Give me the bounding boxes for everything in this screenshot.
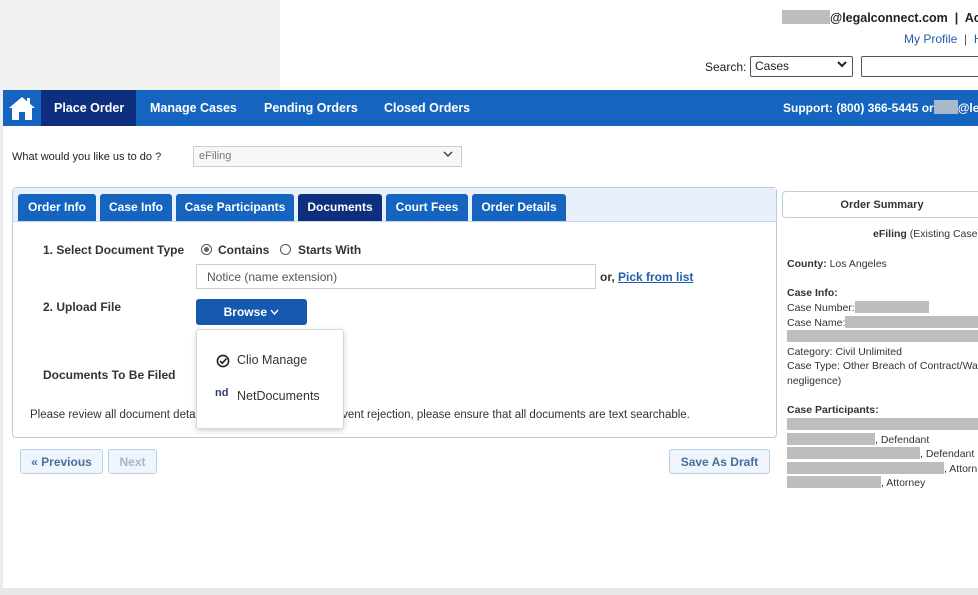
- window-left-edge: [0, 90, 3, 590]
- tab-case-participants[interactable]: Case Participants: [176, 194, 294, 221]
- profile-line: My Profile | H: [904, 32, 978, 46]
- redacted-case-number: [854, 301, 929, 313]
- review-notice-end: vent rejection, please ensure that all d…: [342, 409, 690, 421]
- nav-manage-cases[interactable]: Manage Cases: [150, 90, 237, 126]
- redacted-participant-name: [787, 433, 875, 445]
- participant-row: , Defendant: [787, 433, 929, 446]
- summary-county: County: Los Angeles: [787, 258, 887, 270]
- redacted-participant-name: [787, 476, 881, 488]
- redacted-participant-name: [787, 462, 944, 474]
- account-separator: |: [954, 11, 959, 25]
- netdocuments-label: NetDocuments: [237, 389, 320, 403]
- redacted-participant-name: [787, 447, 920, 459]
- netdocuments-icon: nd: [215, 387, 229, 399]
- participant-role: , Defendant: [920, 448, 975, 460]
- category-line: Category: Civil Unlimited: [787, 346, 902, 358]
- county-value: Los Angeles: [829, 258, 887, 270]
- order-summary-header: Order Summary: [782, 191, 978, 218]
- case-type-line: Case Type: Other Breach of Contract/Warr: [787, 360, 978, 372]
- redacted-username: [782, 10, 830, 24]
- case-name-row: Case Name:: [787, 316, 978, 329]
- document-type-input[interactable]: Notice (name extension): [196, 264, 596, 289]
- order-type-select[interactable]: eFiling: [193, 146, 462, 167]
- pick-from-list-link[interactable]: Pick from list: [618, 270, 693, 284]
- participant-role: , Defendant: [875, 434, 930, 446]
- window-bottom-edge: [0, 588, 978, 595]
- nav-pending-orders[interactable]: Pending Orders: [264, 90, 358, 126]
- browse-source-menu: Clio Manage nd NetDocuments: [196, 329, 344, 429]
- order-type-value: eFiling: [199, 150, 232, 162]
- profile-separator: |: [964, 32, 968, 46]
- participant-row: , Defendant: [787, 447, 974, 460]
- redacted-support-email: [933, 100, 958, 114]
- contains-label[interactable]: Contains: [218, 243, 269, 257]
- nav-closed-orders[interactable]: Closed Orders: [384, 90, 470, 126]
- previous-button[interactable]: « Previous: [20, 449, 103, 474]
- search-type-value: Cases: [755, 59, 790, 73]
- todo-label: What would you like us to do ?: [12, 151, 162, 163]
- nav-place-order[interactable]: Place Order: [54, 90, 124, 126]
- tab-documents[interactable]: Documents: [298, 194, 382, 221]
- browse-button[interactable]: Browse: [196, 299, 307, 325]
- documents-to-be-filed-label: Documents To Be Filed: [43, 368, 176, 382]
- participant-row: , Attorney: [787, 476, 925, 489]
- next-button[interactable]: Next: [108, 449, 157, 474]
- redacted-participant: [787, 418, 978, 430]
- chevron-down-icon: [270, 305, 279, 319]
- review-notice: Please review all document detai vent rej…: [30, 409, 690, 421]
- starts-with-radio[interactable]: [280, 244, 291, 255]
- case-info-title: Case Info:: [787, 287, 838, 299]
- support-info: Support: (800) 366-5445 or @leg: [783, 90, 978, 126]
- county-label: County:: [787, 258, 827, 270]
- tab-case-info[interactable]: Case Info: [100, 194, 172, 221]
- support-phone: Support: (800) 366-5445 or: [783, 101, 934, 115]
- case-number-label: Case Number:: [787, 302, 855, 314]
- case-name-label: Case Name:: [787, 317, 846, 329]
- review-notice-start: Please review all document detai: [30, 409, 199, 421]
- browse-label: Browse: [223, 305, 267, 319]
- case-number-row: Case Number:: [787, 301, 929, 314]
- search-type-select[interactable]: Cases: [750, 56, 853, 77]
- my-profile-link[interactable]: My Profile: [904, 32, 957, 46]
- support-email[interactable]: @leg: [958, 101, 978, 115]
- account-link[interactable]: Acc: [965, 11, 978, 25]
- account-email: @legalconnect.com: [830, 11, 948, 25]
- redacted-case-name: [845, 316, 978, 328]
- participant-role: , Attorney: [881, 477, 926, 489]
- tab-order-info[interactable]: Order Info: [18, 194, 96, 221]
- contains-radio[interactable]: [201, 244, 212, 255]
- or-text: or,: [600, 270, 615, 284]
- starts-with-label[interactable]: Starts With: [298, 243, 361, 257]
- upload-file-label: 2. Upload File: [43, 300, 122, 314]
- home-button[interactable]: [3, 90, 41, 126]
- summary-order-type: eFiling (Existing Case): [873, 228, 978, 240]
- clio-check-icon: [216, 354, 230, 371]
- select-document-type-label: 1. Select Document Type: [43, 243, 185, 257]
- tab-court-fees[interactable]: Court Fees: [386, 194, 468, 221]
- case-type-line-2: negligence): [787, 375, 842, 387]
- summary-efiling: eFiling: [873, 228, 907, 240]
- redacted-case-name-cont: [787, 330, 978, 342]
- participant-row: , Attorn: [787, 462, 977, 475]
- case-participants-title: Case Participants:: [787, 404, 879, 416]
- search-input[interactable]: [861, 56, 978, 77]
- tab-order-details[interactable]: Order Details: [472, 194, 566, 221]
- help-link[interactable]: H: [974, 32, 978, 46]
- summary-existing-case: (Existing Case): [909, 228, 978, 240]
- account-line: @legalconnect.com | Acc: [782, 10, 978, 25]
- participant-role: , Attorn: [944, 463, 978, 475]
- chevron-down-icon: [443, 149, 453, 162]
- header-blank-area: [0, 0, 280, 90]
- clio-manage-label: Clio Manage: [237, 353, 308, 367]
- search-label: Search:: [705, 60, 747, 74]
- home-icon: [9, 97, 35, 120]
- save-as-draft-button[interactable]: Save As Draft: [669, 449, 770, 474]
- order-panel: [12, 187, 777, 438]
- chevron-down-icon: [837, 59, 847, 72]
